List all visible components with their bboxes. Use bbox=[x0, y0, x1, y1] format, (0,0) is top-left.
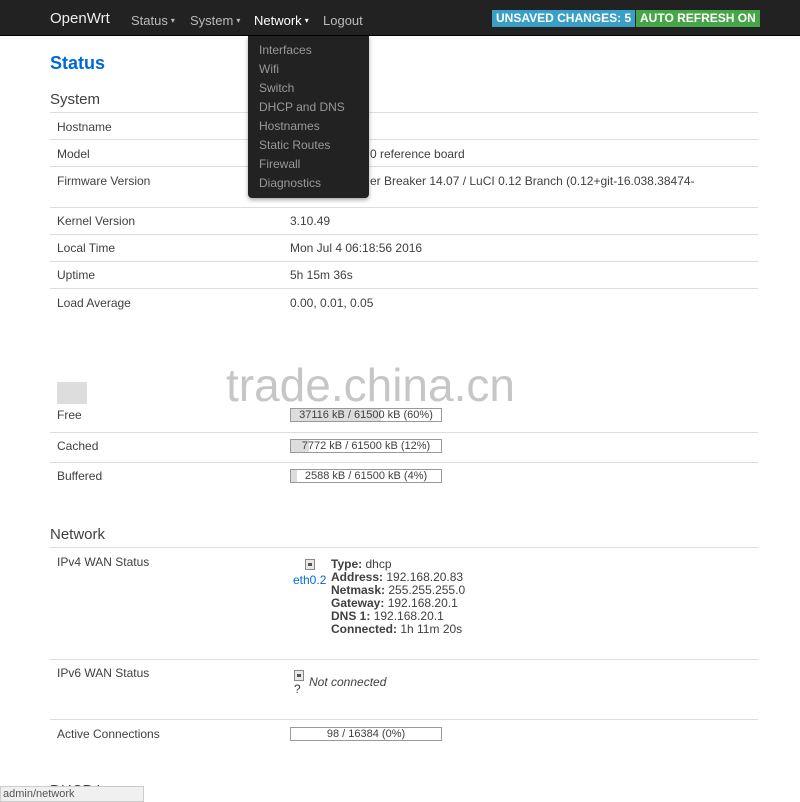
system-section-title: System bbox=[50, 91, 101, 108]
network-dropdown-menu: Interfaces Wifi Switch DHCP and DNS Host… bbox=[248, 36, 369, 198]
dropdown-item-static-routes[interactable]: Static Routes bbox=[259, 138, 330, 152]
dropdown-item-dhcp-dns[interactable]: DHCP and DNS bbox=[259, 100, 345, 114]
row-value: 0 reference board bbox=[370, 147, 465, 161]
menu-logout[interactable]: Logout bbox=[323, 13, 363, 28]
row-label: Kernel Version bbox=[57, 214, 136, 228]
system-row-uptime: Uptime 5h 15m 36s bbox=[50, 261, 758, 288]
blurred-region bbox=[57, 382, 87, 404]
wan-address-line: Address: 192.168.20.83 bbox=[331, 570, 464, 584]
progress-text: 37116 kB / 61500 kB (60%) bbox=[299, 409, 433, 421]
network-row-ipv6-wan: IPv6 WAN Status ? Not connected bbox=[50, 659, 758, 719]
dropdown-item-interfaces[interactable]: Interfaces bbox=[259, 43, 312, 57]
memory-row-free: Free 37116 kB / 61500 kB (60%) bbox=[50, 402, 758, 432]
connections-progress-bar: 98 / 16384 (0%) bbox=[290, 727, 442, 741]
chevron-down-icon: ▾ bbox=[236, 16, 241, 25]
memory-row-buffered: Buffered 2588 kB / 61500 kB (4%) bbox=[50, 462, 758, 492]
top-navbar: OpenWrt Status ▾ System ▾ Network ▾ Logout … bbox=[0, 0, 800, 36]
progress-text: 98 / 16384 (0%) bbox=[326, 728, 406, 740]
system-row-firmware: Firmware Version er Breaker 14.07 / LuCI… bbox=[50, 166, 758, 207]
dropdown-item-hostnames[interactable]: Hostnames bbox=[259, 119, 320, 133]
ipv6-unknown-icon: ? bbox=[294, 682, 301, 696]
row-value: Mon Jul 4 06:18:56 2016 bbox=[290, 241, 423, 255]
menu-network[interactable]: Network ▾ bbox=[254, 13, 309, 28]
row-value: 5h 15m 36s bbox=[290, 268, 353, 282]
system-row-load-average: Load Average 0.00, 0.01, 0.05 bbox=[50, 288, 758, 315]
page-title: Status bbox=[50, 53, 106, 73]
row-value: 3.10.49 bbox=[290, 214, 331, 228]
auto-refresh-badge[interactable]: AUTO REFRESH ON bbox=[636, 10, 760, 27]
system-row-kernel: Kernel Version 3.10.49 bbox=[50, 207, 758, 234]
memory-buffered-progress-bar: 2588 kB / 61500 kB (4%) bbox=[290, 469, 442, 483]
row-label: IPv4 WAN Status bbox=[57, 555, 150, 569]
dropdown-item-firewall[interactable]: Firewall bbox=[259, 157, 300, 171]
interface-link-eth0-2[interactable]: eth0.2 bbox=[293, 573, 326, 587]
memory-cached-progress-bar: 7772 kB / 61500 kB (12%) bbox=[290, 439, 442, 453]
chevron-down-icon: ▾ bbox=[304, 16, 309, 25]
network-port-icon bbox=[305, 559, 315, 570]
ipv6-status-text: Not connected bbox=[309, 675, 387, 689]
row-label: Firmware Version bbox=[57, 174, 151, 188]
row-label: Model bbox=[57, 147, 90, 161]
dropdown-item-wifi[interactable]: Wifi bbox=[259, 62, 279, 76]
dropdown-item-switch[interactable]: Switch bbox=[259, 81, 294, 95]
row-label: Free bbox=[57, 408, 82, 422]
wan-type-line: Type: dhcp bbox=[331, 557, 392, 571]
network-section-title: Network bbox=[50, 526, 106, 543]
row-label: Buffered bbox=[57, 469, 103, 483]
wan-netmask-line: Netmask: 255.255.255.0 bbox=[331, 583, 466, 597]
row-label: Uptime bbox=[57, 268, 96, 282]
wan-gateway-line: Gateway: 192.168.20.1 bbox=[331, 596, 458, 610]
row-label: Local Time bbox=[57, 241, 116, 255]
row-label: Load Average bbox=[57, 296, 131, 310]
system-row-model: Model 0 reference board bbox=[50, 139, 758, 166]
network-row-active-connections: Active Connections 98 / 16384 (0%) bbox=[50, 719, 758, 759]
brand-logo[interactable]: OpenWrt bbox=[50, 10, 110, 27]
menu-status[interactable]: Status ▾ bbox=[131, 13, 175, 28]
chevron-down-icon: ▾ bbox=[170, 16, 175, 25]
memory-free-progress-bar: 37116 kB / 61500 kB (60%) bbox=[290, 408, 442, 422]
network-port-icon bbox=[294, 670, 304, 681]
row-label: Cached bbox=[57, 439, 99, 453]
progress-text: 7772 kB / 61500 kB (12%) bbox=[301, 440, 431, 452]
menu-system[interactable]: System ▾ bbox=[190, 13, 240, 28]
system-row-local-time: Local Time Mon Jul 4 06:18:56 2016 bbox=[50, 234, 758, 261]
wan-dns-line: DNS 1: 192.168.20.1 bbox=[331, 609, 444, 623]
row-label: Hostname bbox=[57, 120, 112, 134]
row-label: IPv6 WAN Status bbox=[57, 666, 150, 680]
wan-connected-line: Connected: 1h 11m 20s bbox=[331, 622, 463, 636]
row-value: er Breaker 14.07 / LuCI 0.12 Branch (0.1… bbox=[370, 174, 695, 188]
dropdown-item-diagnostics[interactable]: Diagnostics bbox=[259, 176, 321, 190]
row-value: 0.00, 0.01, 0.05 bbox=[290, 296, 374, 310]
unsaved-changes-badge[interactable]: UNSAVED CHANGES: 5 bbox=[492, 10, 636, 27]
memory-row-cached: Cached 7772 kB / 61500 kB (12%) bbox=[50, 432, 758, 462]
progress-text: 2588 kB / 61500 kB (4%) bbox=[304, 470, 428, 482]
system-row-hostname: Hostname bbox=[50, 112, 758, 139]
row-label: Active Connections bbox=[57, 727, 160, 741]
